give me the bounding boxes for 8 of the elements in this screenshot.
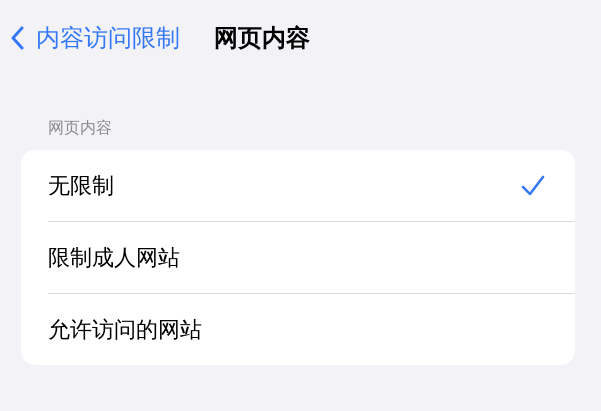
- checkmark-icon: [521, 174, 545, 196]
- option-row[interactable]: 无限制: [48, 150, 575, 221]
- page-title: 网页内容: [214, 23, 310, 54]
- option-row[interactable]: 限制成人网站: [48, 221, 575, 293]
- option-row[interactable]: 允许访问的网站: [48, 293, 575, 365]
- back-button[interactable]: 内容访问限制: [10, 22, 180, 54]
- section-header: 网页内容: [48, 118, 113, 139]
- back-chevron-icon: [10, 26, 24, 50]
